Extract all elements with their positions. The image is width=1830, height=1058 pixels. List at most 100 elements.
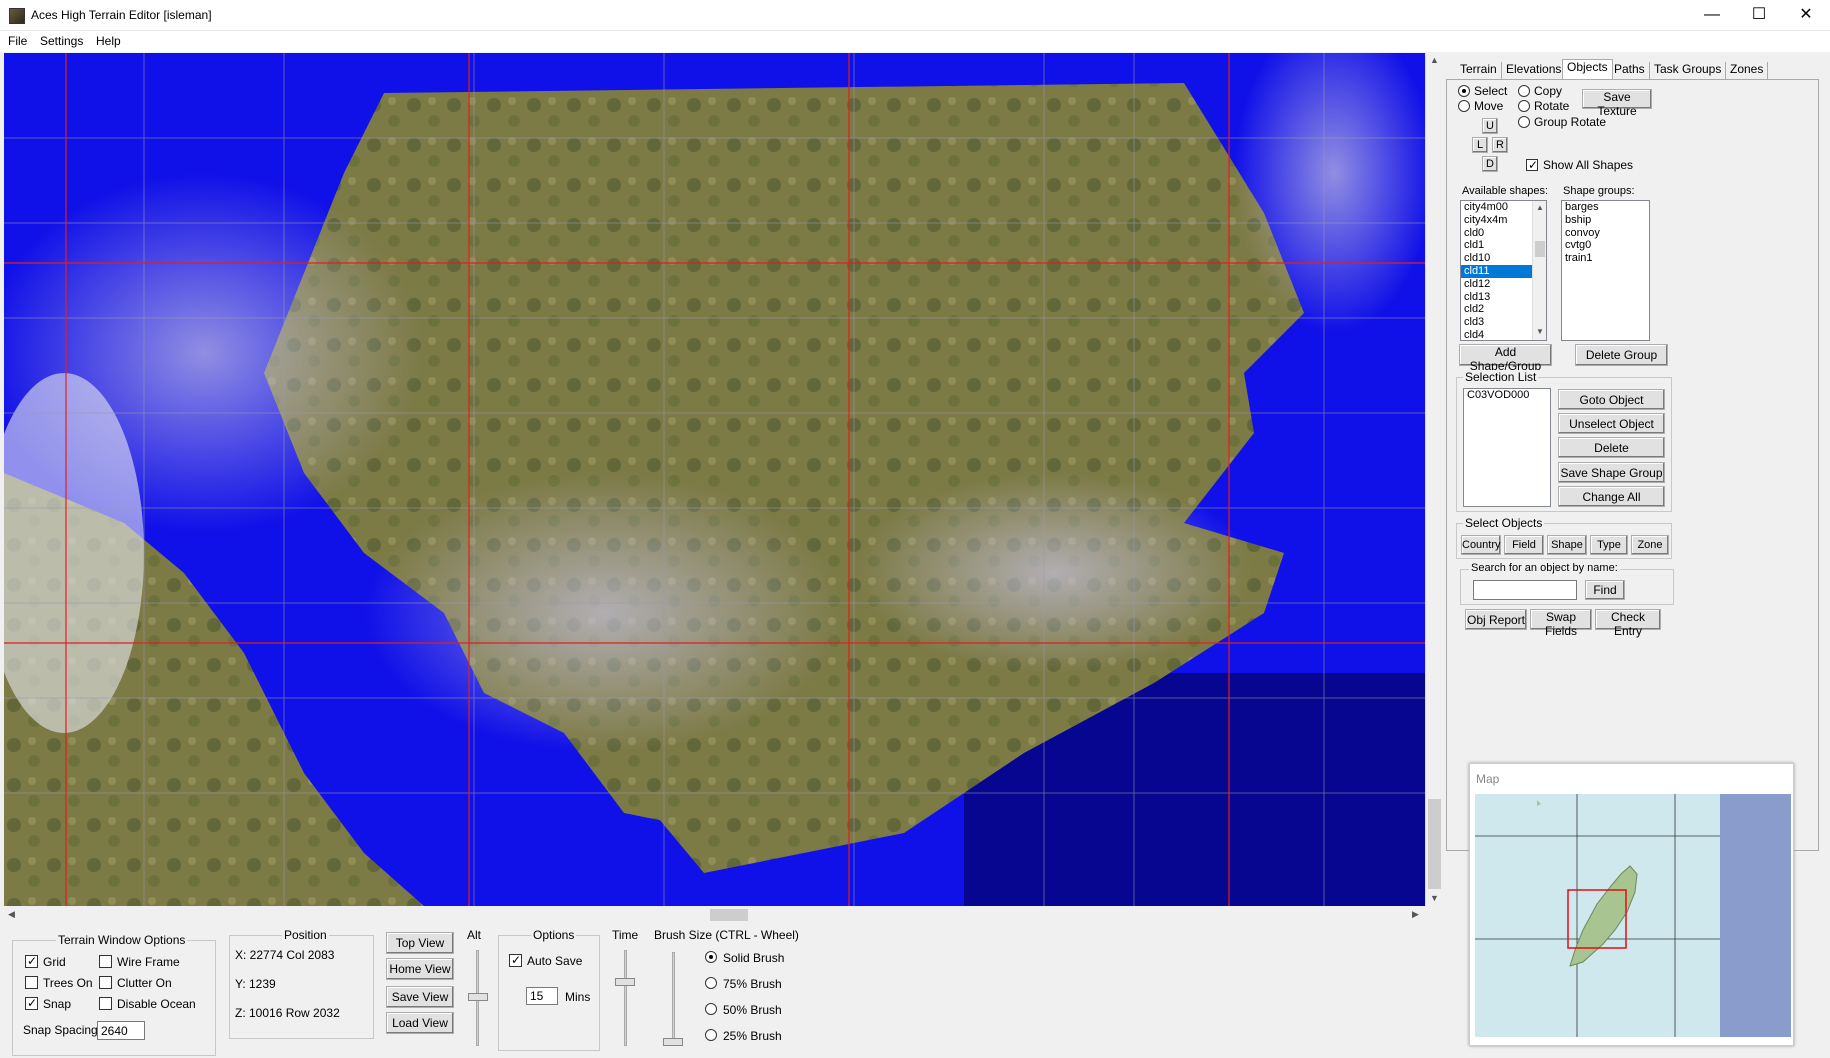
available-shapes-scrollbar[interactable]: ▲ ▼: [1532, 201, 1546, 340]
select-by-shape-button[interactable]: Shape: [1547, 535, 1587, 555]
rotate-mode-radio[interactable]: [1518, 100, 1530, 112]
menu-help[interactable]: Help: [96, 34, 121, 48]
snap-spacing-label: Snap Spacing: [23, 1023, 98, 1037]
delete-object-button[interactable]: Delete: [1558, 437, 1665, 458]
brush-75-radio[interactable]: [705, 977, 717, 989]
nudge-up-button[interactable]: U: [1482, 118, 1498, 134]
select-mode-radio[interactable]: [1458, 85, 1470, 97]
move-mode-radio[interactable]: [1458, 100, 1470, 112]
scroll-right-icon[interactable]: ▶: [1412, 909, 1419, 920]
alt-label: Alt: [467, 928, 482, 942]
close-button[interactable]: ✕: [1783, 0, 1829, 31]
minimap-render[interactable]: [1475, 794, 1791, 1037]
shape-groups-list[interactable]: barges bship convoy cvtg0 train1: [1561, 200, 1650, 341]
horizontal-scrollbar[interactable]: ◀ ▶: [4, 906, 1425, 923]
select-mode-label: Select: [1474, 84, 1508, 98]
shape-group-item[interactable]: barges: [1562, 201, 1649, 214]
tab-elevations[interactable]: Elevations: [1502, 62, 1567, 79]
auto-save-mins-input[interactable]: [526, 987, 558, 1005]
scroll-left-icon[interactable]: ◀: [8, 909, 15, 920]
menu-file[interactable]: File: [8, 34, 27, 48]
vertical-scrollbar[interactable]: ▲ ▼: [1425, 53, 1442, 906]
grid-checkbox[interactable]: [25, 954, 38, 968]
available-shapes-list[interactable]: city4m00 city4x4m cld0 cld1 cld10 cld11 cld12 c…: [1460, 200, 1547, 341]
tab-objects[interactable]: Objects: [1562, 59, 1613, 79]
search-group: Search for an object by name: Find: [1460, 562, 1674, 605]
brush-50-radio[interactable]: [705, 1003, 717, 1015]
search-object-input[interactable]: [1473, 580, 1577, 600]
tab-paths[interactable]: Paths: [1610, 62, 1650, 79]
add-shape-group-button[interactable]: Add Shape/Group: [1459, 344, 1552, 373]
shape-group-item[interactable]: bship: [1562, 214, 1649, 227]
delete-group-button[interactable]: Delete Group: [1575, 344, 1668, 366]
select-by-field-button[interactable]: Field: [1504, 535, 1544, 555]
available-scroll-thumb[interactable]: [1535, 241, 1545, 257]
obj-report-button[interactable]: Obj Report: [1465, 609, 1527, 630]
nudge-left-button[interactable]: L: [1472, 137, 1488, 153]
show-all-shapes-checkbox[interactable]: [1526, 158, 1538, 172]
nudge-right-button[interactable]: R: [1492, 137, 1508, 153]
disable-ocean-checkbox[interactable]: [99, 997, 112, 1010]
solid-brush-label: Solid Brush: [723, 951, 785, 965]
snap-spacing-input[interactable]: [97, 1021, 145, 1040]
wireframe-checkbox[interactable]: [99, 955, 112, 968]
unselect-object-button[interactable]: Unselect Object: [1558, 413, 1665, 434]
shape-group-item[interactable]: convoy: [1562, 227, 1649, 240]
snap-label: Snap: [43, 997, 72, 1011]
terrain-window-options-group: Terrain Window Options Grid Wire Frame T…: [12, 933, 216, 1056]
disable-ocean-label: Disable Ocean: [117, 997, 196, 1011]
group-rotate-radio[interactable]: [1518, 116, 1530, 128]
save-view-button[interactable]: Save View: [386, 986, 454, 1008]
minimize-button[interactable]: —: [1689, 0, 1735, 31]
time-slider-thumb[interactable]: [615, 978, 635, 986]
change-all-button[interactable]: Change All: [1558, 486, 1665, 507]
available-scroll-up-icon[interactable]: ▲: [1536, 203, 1544, 212]
brush-slider-track[interactable]: [672, 952, 675, 1044]
vertical-scroll-thumb[interactable]: [1428, 799, 1441, 889]
find-button[interactable]: Find: [1585, 580, 1625, 600]
select-by-type-button[interactable]: Type: [1590, 535, 1628, 555]
save-shape-group-button[interactable]: Save Shape Group: [1558, 462, 1665, 483]
load-view-button[interactable]: Load View: [386, 1012, 454, 1034]
select-objects-title: Select Objects: [1463, 516, 1545, 530]
scroll-down-icon[interactable]: ▼: [1430, 893, 1439, 903]
shape-group-item[interactable]: train1: [1562, 252, 1649, 265]
map-window[interactable]: Map: [1469, 763, 1794, 1046]
terrain-window-options-title: Terrain Window Options: [56, 933, 188, 947]
position-y: Y: 1239: [235, 977, 276, 991]
home-view-button[interactable]: Home View: [386, 958, 454, 980]
solid-brush-radio[interactable]: [705, 951, 717, 963]
available-scroll-down-icon[interactable]: ▼: [1536, 327, 1544, 336]
horizontal-scroll-thumb[interactable]: [710, 909, 748, 921]
select-objects-group: Select Objects Country Field Shape Type …: [1456, 516, 1672, 559]
tab-task-groups[interactable]: Task Groups: [1650, 62, 1727, 79]
save-texture-button[interactable]: Save Texture: [1582, 89, 1652, 118]
select-by-zone-button[interactable]: Zone: [1631, 535, 1669, 555]
select-by-country-button[interactable]: Country: [1461, 535, 1501, 555]
tab-terrain[interactable]: Terrain: [1456, 62, 1502, 79]
copy-mode-radio[interactable]: [1518, 85, 1530, 97]
alt-slider-thumb[interactable]: [468, 993, 488, 1001]
selection-list-item[interactable]: C03VOD000: [1464, 389, 1550, 402]
trees-checkbox[interactable]: [25, 976, 38, 989]
snap-checkbox[interactable]: [25, 996, 38, 1010]
shape-group-item[interactable]: cvtg0: [1562, 239, 1649, 252]
time-label: Time: [612, 928, 639, 942]
auto-save-checkbox[interactable]: [509, 953, 522, 967]
tab-zones[interactable]: Zones: [1726, 62, 1769, 79]
selection-list[interactable]: C03VOD000: [1463, 388, 1551, 507]
terrain-viewport[interactable]: [4, 53, 1425, 906]
maximize-button[interactable]: ☐: [1736, 0, 1782, 31]
menu-settings[interactable]: Settings: [40, 34, 83, 48]
top-view-button[interactable]: Top View: [386, 932, 454, 954]
clutter-checkbox[interactable]: [99, 976, 112, 989]
position-title: Position: [282, 928, 329, 942]
brush-25-radio[interactable]: [705, 1029, 717, 1041]
nudge-down-button[interactable]: D: [1482, 156, 1498, 172]
time-slider-track[interactable]: [624, 950, 627, 1046]
goto-object-button[interactable]: Goto Object: [1558, 389, 1665, 410]
check-entry-button[interactable]: Check Entry: [1595, 609, 1661, 638]
brush-slider-thumb[interactable]: [663, 1038, 683, 1046]
swap-fields-button[interactable]: Swap Fields: [1530, 609, 1592, 638]
scroll-up-icon[interactable]: ▲: [1430, 55, 1439, 65]
